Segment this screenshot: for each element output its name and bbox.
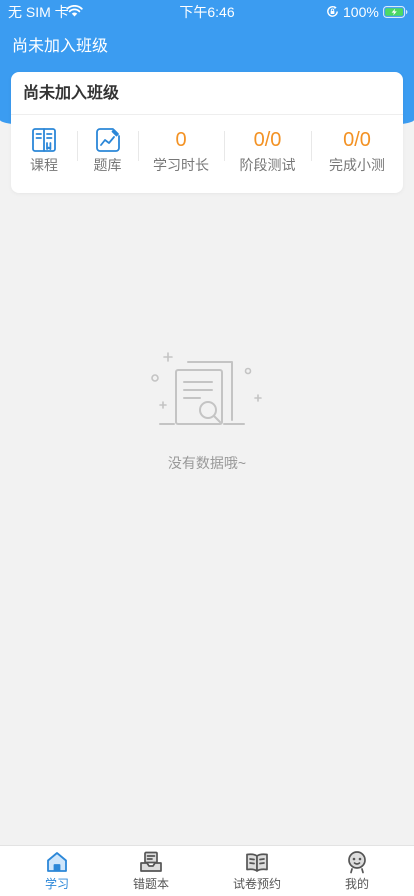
stage-test-value: 0/0 — [253, 129, 282, 151]
rotation-lock-icon — [327, 6, 338, 17]
status-bar: 无 SIM 卡 下午6:46 100% — [0, 0, 414, 24]
study-time-stat[interactable]: 0 学习时长 — [138, 115, 224, 192]
question-bank-entry[interactable]: 题库 — [77, 115, 138, 192]
battery-percent: 100% — [343, 4, 379, 20]
inbox-tray-icon — [140, 851, 162, 872]
quiz-completed-label: 完成小测 — [329, 157, 385, 173]
empty-document-search-icon — [151, 352, 262, 425]
stage-test-label: 阶段测试 — [239, 157, 296, 173]
quiz-completed-value: 0/0 — [343, 129, 371, 151]
card-title: 尚未加入班级 — [11, 72, 403, 115]
study-time-label: 学习时长 — [153, 157, 209, 173]
divider — [138, 131, 139, 161]
study-time-value: 0 — [175, 129, 187, 151]
divider — [224, 131, 225, 161]
course-entry[interactable]: 课程 — [11, 115, 77, 192]
page-title: 尚未加入班级 — [12, 38, 109, 55]
course-label: 课程 — [30, 157, 58, 173]
tab-study[interactable]: 学习 — [12, 846, 102, 896]
tab-profile-label: 我的 — [344, 877, 369, 891]
stats-row: 课程 题库 0 学习时长 0/0 阶段测试 0/0 完成小测 — [11, 115, 403, 192]
profile-face-icon — [348, 851, 366, 874]
empty-state-text: 没有数据哦~ — [167, 455, 247, 471]
class-summary-card: 尚未加入班级 课程 题库 0 学习时长 0/0 阶段测试 0/0 完成小测 — [11, 72, 403, 193]
open-book-icon — [246, 853, 268, 872]
tab-bar: 学习 错题本 试卷预约 我的 — [0, 845, 414, 896]
tab-exam-booking[interactable]: 试卷预约 — [212, 846, 302, 896]
chart-icon — [95, 128, 120, 152]
battery-charging-icon — [383, 6, 408, 18]
home-icon — [47, 852, 67, 872]
tab-study-label: 学习 — [44, 877, 69, 891]
tab-mistake-book-label: 错题本 — [132, 877, 169, 891]
divider — [311, 131, 312, 161]
tab-mistake-book[interactable]: 错题本 — [106, 846, 196, 896]
question-bank-label: 题库 — [93, 157, 122, 173]
tab-exam-booking-label: 试卷预约 — [232, 877, 281, 891]
stage-test-stat[interactable]: 0/0 阶段测试 — [224, 115, 311, 192]
divider — [77, 131, 78, 161]
book-icon — [32, 128, 56, 152]
quiz-completed-stat[interactable]: 0/0 完成小测 — [311, 115, 403, 192]
tab-profile[interactable]: 我的 — [312, 846, 402, 896]
